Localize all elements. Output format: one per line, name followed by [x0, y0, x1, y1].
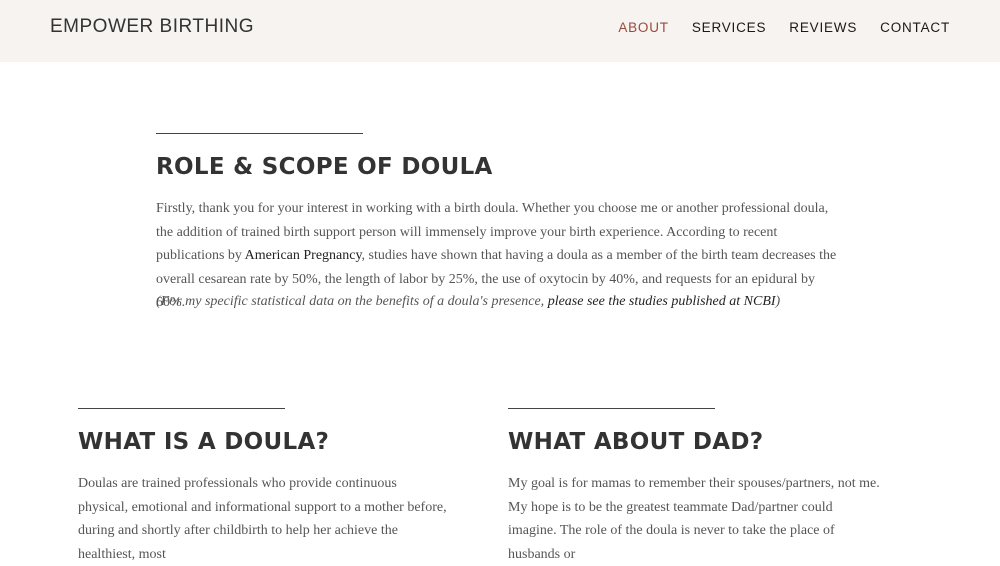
nav-about[interactable]: ABOUT	[618, 20, 669, 35]
site-header: EMPOWER BIRTHING ABOUT SERVICES REVIEWS …	[0, 0, 1000, 62]
nav-contact[interactable]: CONTACT	[880, 20, 950, 35]
link-ncbi-studies[interactable]: please see the studies published at NCBI	[548, 294, 776, 309]
heading-what-is-doula: WHAT IS A DOULA?	[78, 429, 330, 455]
heading-role-scope: ROLE & SCOPE OF DOULA	[156, 154, 493, 180]
divider-what-is	[78, 408, 285, 409]
divider-dad	[508, 408, 715, 409]
note-text: (For my specific statistical data on the…	[156, 294, 548, 309]
link-american-pregnancy[interactable]: American Pregnancy	[245, 248, 362, 263]
main-nav: ABOUT SERVICES REVIEWS CONTACT	[618, 20, 950, 35]
note-end: )	[775, 294, 781, 309]
paragraph-what-about-dad: My goal is for mamas to remember their s…	[508, 476, 880, 562]
heading-what-about-dad: WHAT ABOUT DAD?	[508, 429, 764, 455]
paragraph-what-is-doula: Doulas are trained professionals who pro…	[78, 476, 447, 562]
brand-logo[interactable]: EMPOWER BIRTHING	[50, 16, 254, 38]
nav-reviews[interactable]: REVIEWS	[789, 20, 857, 35]
statistics-note: (For my specific statistical data on the…	[156, 294, 780, 310]
nav-services[interactable]: SERVICES	[692, 20, 766, 35]
divider-role	[156, 133, 363, 134]
